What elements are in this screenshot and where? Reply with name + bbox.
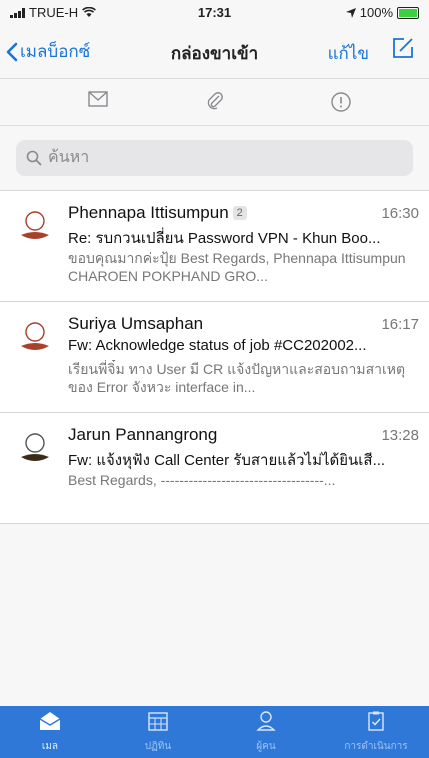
tab-calendar[interactable]: ปฏิทิน xyxy=(108,710,208,754)
tab-label: การดำเนินการ xyxy=(344,741,408,752)
battery-icon xyxy=(397,6,419,19)
message-subject: Re: รบกวนเปลี่ยน Password VPN - Khun Boo… xyxy=(68,230,381,247)
search-input[interactable] xyxy=(46,148,390,168)
important-icon xyxy=(331,92,351,112)
tab-bar: เมล ปฏิทิน ผู้คน การดำเนินการ xyxy=(0,706,429,758)
status-right: 100% xyxy=(345,5,419,20)
tab-label: ปฏิทิน xyxy=(144,741,172,752)
message-list: Phennapa Ittisumpun 2 16:30 Re: รบกวนเปลี… xyxy=(0,190,429,524)
filter-bar xyxy=(0,78,429,126)
sender-name: Jarun Pannangrong xyxy=(68,425,218,444)
list-item[interactable]: Phennapa Ittisumpun 2 16:30 Re: รบกวนเปลี… xyxy=(0,190,429,302)
compose-icon xyxy=(393,38,413,58)
tab-actions[interactable]: การดำเนินการ xyxy=(326,710,426,754)
tab-mail[interactable]: เมล xyxy=(0,710,100,754)
calendar-icon xyxy=(148,712,168,731)
mail-icon xyxy=(39,712,61,730)
avatar xyxy=(21,211,49,239)
battery-percent: 100% xyxy=(359,5,393,20)
message-time: 16:17 xyxy=(381,316,419,333)
compose-button[interactable] xyxy=(391,36,415,65)
important-filter-button[interactable] xyxy=(330,91,352,118)
list-item[interactable]: Suriya Umsaphan 16:17 Fw: Acknowledge st… xyxy=(0,302,429,413)
thread-count-badge: 2 xyxy=(232,206,247,220)
message-subject: Fw: แจ้งหุฟัง Call Center รับสายแล้วไม่ไ… xyxy=(68,452,386,469)
search-bar[interactable] xyxy=(16,140,413,176)
tab-people[interactable]: ผู้คน xyxy=(216,710,316,754)
message-time: 13:28 xyxy=(381,427,419,444)
status-bar: TRUE-H 17:31 100% xyxy=(0,0,429,26)
sender-name: Phennapa Ittisumpun 2 xyxy=(68,203,247,223)
sender-name: Suriya Umsaphan xyxy=(68,314,204,333)
mail-icon xyxy=(88,91,108,107)
message-preview: Best Regards, --------------------------… xyxy=(68,472,336,488)
location-icon xyxy=(345,7,356,18)
avatar xyxy=(21,322,49,350)
attachment-filter-button[interactable] xyxy=(206,91,224,116)
tab-label: ผู้คน xyxy=(256,741,276,752)
person-icon xyxy=(256,711,276,731)
clipboard-icon xyxy=(368,711,384,731)
mail-filter-button[interactable] xyxy=(88,91,108,112)
avatar xyxy=(21,433,49,461)
navigation-bar: เมลบ็อกซ์ กล่องขาเข้า แก้ไข xyxy=(0,28,429,72)
list-item[interactable]: Jarun Pannangrong 13:28 Fw: แจ้งหุฟัง Ca… xyxy=(0,413,429,524)
attachment-icon xyxy=(207,92,223,110)
edit-button[interactable]: แก้ไข xyxy=(328,40,369,67)
message-preview: ขอบคุณมากค่ะปุ้ย Best Regards, Phennapa … xyxy=(68,250,406,284)
message-subject: Fw: Acknowledge status of job #CC202002.… xyxy=(68,337,367,354)
tab-label: เมล xyxy=(41,741,59,752)
message-time: 16:30 xyxy=(381,205,419,222)
search-icon xyxy=(26,150,42,166)
message-preview: เรียนพี่จิ๋ม ทาง User มี CR แจ้งปัญหาและ… xyxy=(68,361,406,395)
